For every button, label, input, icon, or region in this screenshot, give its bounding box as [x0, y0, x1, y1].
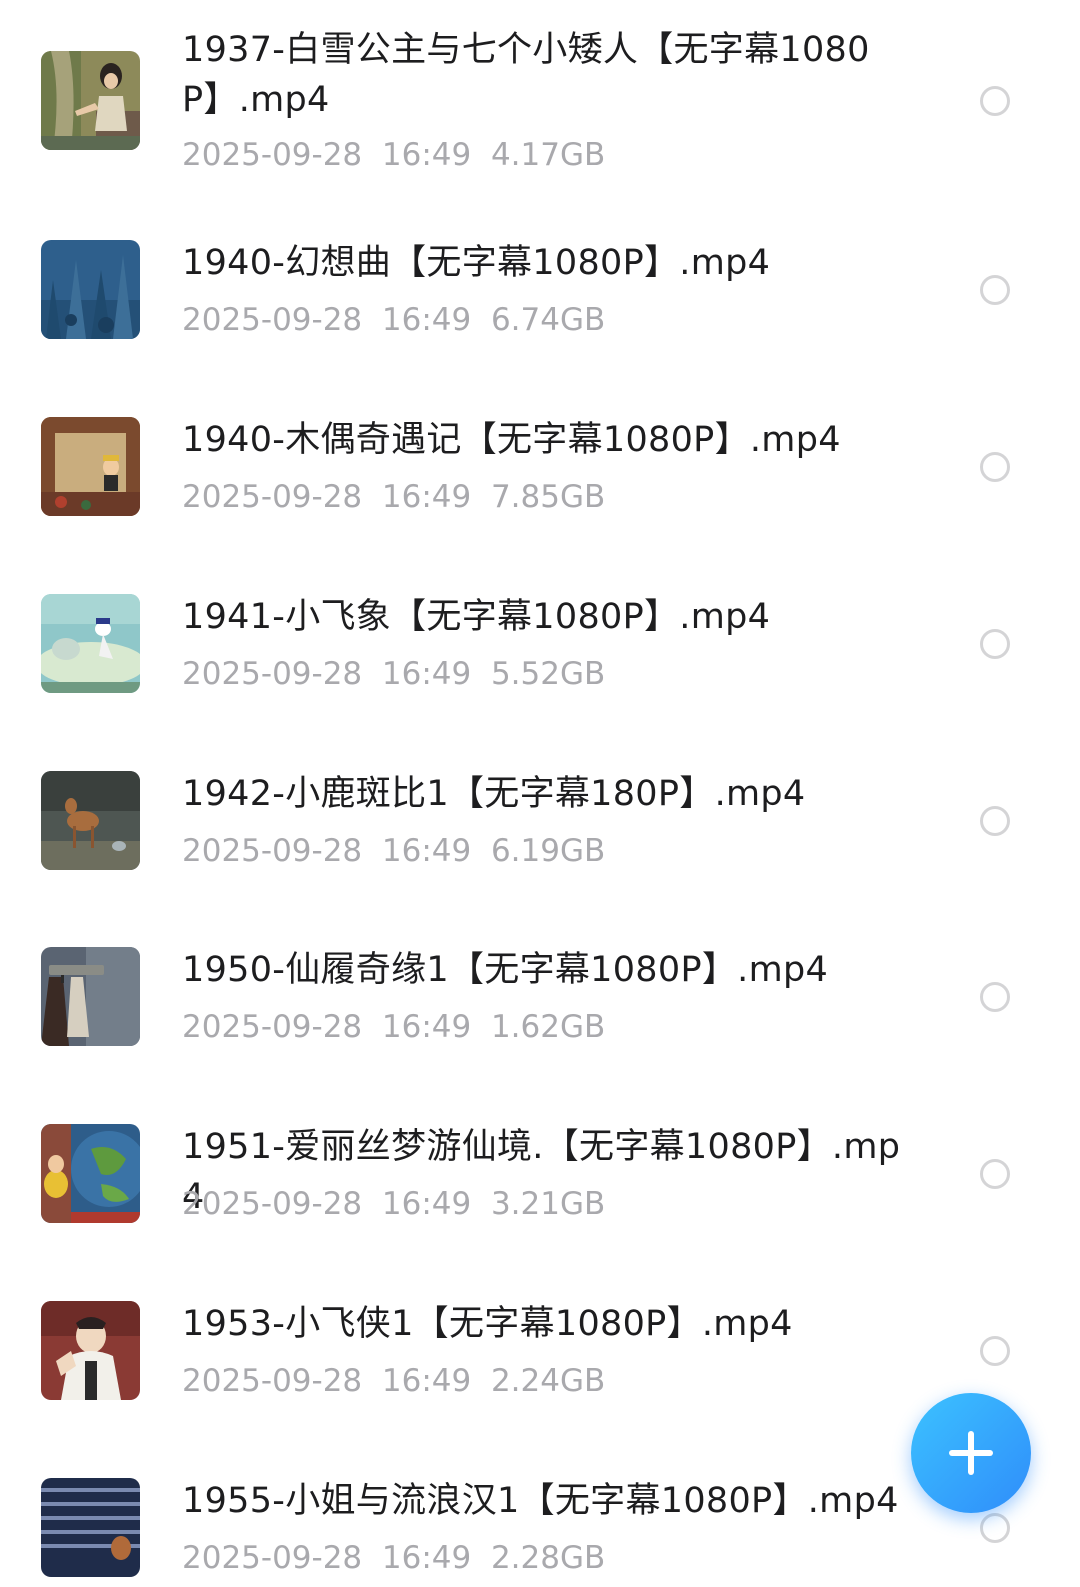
cinderella-thumbnail	[41, 947, 140, 1046]
file-name: 1955-小姐与流浪汉1【无字幕1080P】.mp4	[182, 1481, 899, 1521]
file-name: 1940-木偶奇遇记【无字幕1080P】.mp4	[182, 420, 841, 460]
file-meta: 2025-09-28 16:49 2.28GB	[182, 1538, 605, 1578]
file-time: 16:49	[381, 137, 472, 173]
file-time: 16:49	[381, 479, 472, 515]
select-radio[interactable]	[980, 275, 1010, 305]
file-row[interactable]: 1941-小飞象【无字幕1080P】.mp4 2025-09-28 16:49 …	[0, 569, 1080, 719]
file-list: 1937-白雪公主与七个小矮人【无字幕1080P】.mp4 2025-09-28…	[0, 0, 1080, 1587]
file-name: 1937-白雪公主与七个小矮人【无字幕1080P】.mp4	[182, 30, 870, 120]
file-name: 1953-小飞侠1【无字幕1080P】.mp4	[182, 1304, 793, 1344]
video-thumbnail[interactable]	[41, 51, 140, 150]
file-date: 2025-09-28	[182, 1186, 363, 1222]
lady-and-tramp-thumbnail	[41, 1478, 140, 1577]
file-size: 2.28GB	[490, 1540, 606, 1576]
select-radio[interactable]	[980, 86, 1010, 116]
file-time: 16:49	[381, 833, 472, 869]
peter-pan-thumbnail	[41, 1301, 140, 1400]
file-meta: 2025-09-28 16:49 5.52GB	[182, 654, 605, 694]
file-meta: 2025-09-28 16:49 6.74GB	[182, 300, 605, 340]
file-row[interactable]: 1942-小鹿斑比1【无字幕180P】.mp4 2025-09-28 16:49…	[0, 746, 1080, 896]
file-row[interactable]: 1940-木偶奇遇记【无字幕1080P】.mp4 2025-09-28 16:4…	[0, 392, 1080, 542]
file-date: 2025-09-28	[182, 1009, 363, 1045]
video-thumbnail[interactable]	[41, 594, 140, 693]
file-date: 2025-09-28	[182, 833, 363, 869]
file-size: 7.85GB	[490, 479, 606, 515]
video-thumbnail[interactable]	[41, 1124, 140, 1223]
file-meta: 2025-09-28 16:49 1.62GB	[182, 1007, 605, 1047]
snow-white-thumbnail	[41, 51, 140, 150]
select-radio[interactable]	[980, 982, 1010, 1012]
file-name: 1942-小鹿斑比1【无字幕180P】.mp4	[182, 774, 806, 814]
select-radio[interactable]	[980, 806, 1010, 836]
select-radio[interactable]	[980, 452, 1010, 482]
fantasia-thumbnail	[41, 240, 140, 339]
file-name: 1950-仙履奇缘1【无字幕1080P】.mp4	[182, 950, 829, 990]
file-date: 2025-09-28	[182, 1363, 363, 1399]
video-thumbnail[interactable]	[41, 947, 140, 1046]
file-date: 2025-09-28	[182, 479, 363, 515]
add-button[interactable]	[911, 1393, 1031, 1513]
file-meta: 2025-09-28 16:49 2.24GB	[182, 1361, 605, 1401]
file-meta: 2025-09-28 16:49 3.21GB	[182, 1184, 605, 1224]
file-date: 2025-09-28	[182, 302, 363, 338]
file-name: 1940-幻想曲【无字幕1080P】.mp4	[182, 243, 771, 283]
video-thumbnail[interactable]	[41, 1478, 140, 1577]
video-thumbnail[interactable]	[41, 1301, 140, 1400]
file-time: 16:49	[381, 1009, 472, 1045]
file-row[interactable]: 1950-仙履奇缘1【无字幕1080P】.mp4 2025-09-28 16:4…	[0, 922, 1080, 1072]
pinocchio-thumbnail	[41, 417, 140, 516]
file-meta: 2025-09-28 16:49 4.17GB	[182, 135, 605, 175]
select-radio[interactable]	[980, 1513, 1010, 1543]
file-row[interactable]: 1940-幻想曲【无字幕1080P】.mp4 2025-09-28 16:49 …	[0, 215, 1080, 365]
file-row[interactable]: 1937-白雪公主与七个小矮人【无字幕1080P】.mp4 2025-09-28…	[0, 25, 1080, 175]
file-time: 16:49	[381, 302, 472, 338]
file-size: 5.52GB	[490, 656, 606, 692]
file-date: 2025-09-28	[182, 656, 363, 692]
video-thumbnail[interactable]	[41, 240, 140, 339]
file-time: 16:49	[381, 656, 472, 692]
file-time: 16:49	[381, 1540, 472, 1576]
video-thumbnail[interactable]	[41, 417, 140, 516]
file-size: 2.24GB	[490, 1363, 606, 1399]
file-date: 2025-09-28	[182, 137, 363, 173]
bambi-thumbnail	[41, 771, 140, 870]
file-size: 4.17GB	[490, 137, 606, 173]
file-size: 6.74GB	[490, 302, 606, 338]
file-date: 2025-09-28	[182, 1540, 363, 1576]
alice-thumbnail	[41, 1124, 140, 1223]
file-row[interactable]: 1953-小飞侠1【无字幕1080P】.mp4 2025-09-28 16:49…	[0, 1276, 1080, 1426]
file-meta: 2025-09-28 16:49 6.19GB	[182, 831, 605, 871]
file-time: 16:49	[381, 1363, 472, 1399]
select-radio[interactable]	[980, 629, 1010, 659]
file-size: 3.21GB	[490, 1186, 606, 1222]
dumbo-thumbnail	[41, 594, 140, 693]
file-row[interactable]: 1951-爱丽丝梦游仙境.【无字幕1080P】.mp4 2025-09-28 1…	[0, 1099, 1080, 1249]
select-radio[interactable]	[980, 1336, 1010, 1366]
file-size: 1.62GB	[490, 1009, 606, 1045]
file-name: 1941-小飞象【无字幕1080P】.mp4	[182, 597, 771, 637]
file-meta: 2025-09-28 16:49 7.85GB	[182, 477, 605, 517]
select-radio[interactable]	[980, 1159, 1010, 1189]
video-thumbnail[interactable]	[41, 771, 140, 870]
file-time: 16:49	[381, 1186, 472, 1222]
file-size: 6.19GB	[490, 833, 606, 869]
